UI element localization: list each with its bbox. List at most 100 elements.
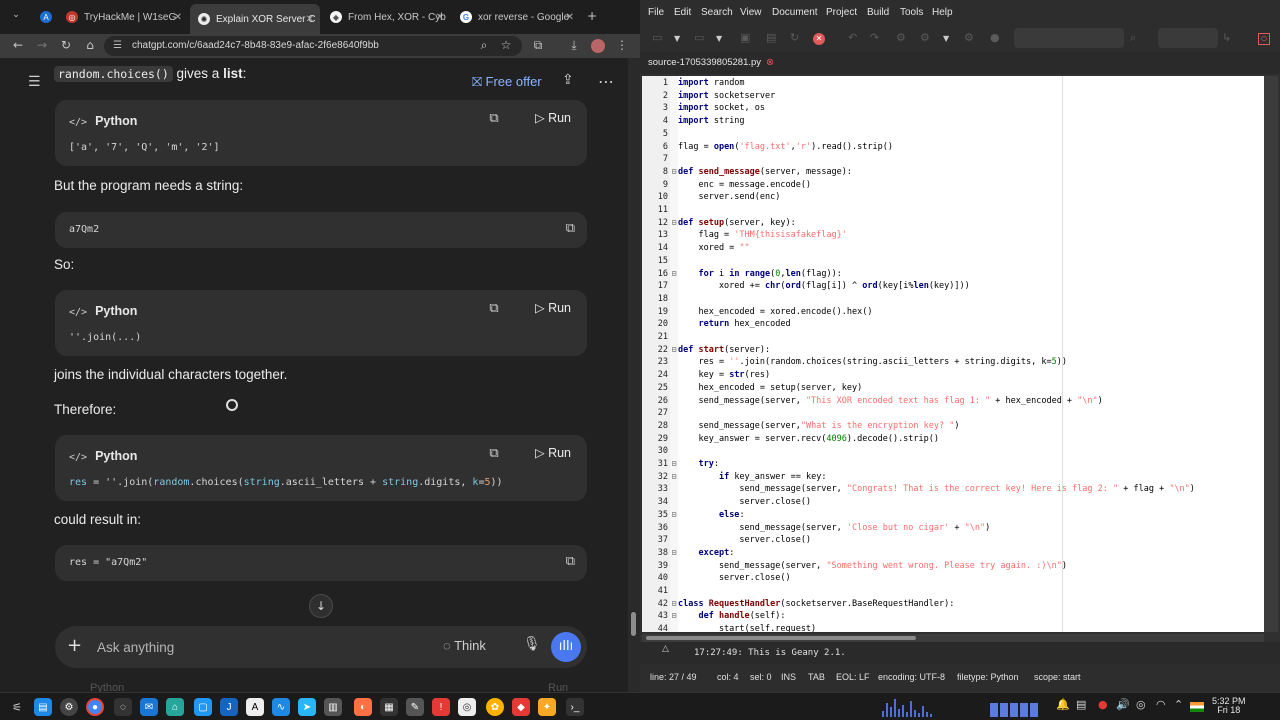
fold-toggle-icon[interactable]: ⊟ <box>670 471 678 484</box>
code-line[interactable]: flag = 'THM{thisisafakeflag}' <box>678 229 846 242</box>
close-file-icon[interactable]: ✕ <box>813 33 825 45</box>
code-line[interactable]: hex_encoded = setup(server, key) <box>678 382 862 395</box>
screenshot-icon[interactable]: ▢ <box>194 698 212 716</box>
tab-tryhackme-pinned[interactable]: A <box>32 6 56 28</box>
fold-toggle-icon[interactable]: ⊟ <box>670 268 678 281</box>
menu-project[interactable]: Project <box>826 7 857 18</box>
record-icon[interactable]: ● <box>1098 698 1108 711</box>
code-line[interactable]: import string <box>678 115 745 128</box>
fold-toggle-icon[interactable]: ⊟ <box>670 166 678 179</box>
calculator-icon[interactable]: ▦ <box>380 698 398 716</box>
code-line[interactable]: server.close() <box>678 496 811 509</box>
copy-code-icon[interactable]: ⧉ <box>485 301 503 316</box>
goto-line-field[interactable] <box>1158 28 1218 48</box>
forward-icon[interactable]: → <box>34 38 50 52</box>
code-line[interactable]: server.close() <box>678 534 811 547</box>
free-offer-button[interactable]: ⛝ Free offer <box>472 74 542 90</box>
search-field[interactable] <box>1014 28 1124 48</box>
download-icon[interactable]: ⤓ <box>566 38 582 53</box>
menu-search[interactable]: Search <box>701 7 733 18</box>
code-line[interactable]: send_message(server, 'Close but no cigar… <box>678 522 990 535</box>
build-icon[interactable]: ⚙ <box>920 31 930 44</box>
think-button[interactable]: ◌ Think <box>443 638 486 653</box>
voice-mode-button[interactable]: ıllı <box>551 632 581 662</box>
code-line[interactable]: for i in range(0,len(flag)): <box>678 268 841 281</box>
run-code-button[interactable]: ▷ Run <box>535 445 571 460</box>
code-line[interactable]: def start(server): <box>678 344 770 357</box>
fold-toggle-icon[interactable]: ⊟ <box>670 547 678 560</box>
redo-icon[interactable]: ↷ <box>870 31 879 44</box>
mail-icon[interactable]: ✉ <box>140 698 158 716</box>
open-file-icon[interactable]: ▭ <box>694 31 704 44</box>
document-tab[interactable]: source-1705339805281.py ⊗ <box>648 57 774 68</box>
terminal-icon[interactable]: ›_ <box>566 698 584 716</box>
revert-icon[interactable]: ↻ <box>790 31 799 44</box>
menu-view[interactable]: View <box>740 7 762 18</box>
file-manager-icon[interactable]: ▤ <box>34 698 52 716</box>
utility-icon[interactable]: ◎ <box>458 698 476 716</box>
code-line[interactable]: import socketserver <box>678 90 775 103</box>
code-line[interactable]: xored = "" <box>678 242 749 255</box>
keyboard-layout-flag-icon[interactable] <box>1190 702 1204 712</box>
close-tab-icon[interactable]: ✕ <box>436 12 444 23</box>
scroll-thumb[interactable] <box>631 612 636 636</box>
site-info-icon[interactable]: ☰ <box>113 36 122 56</box>
code-line[interactable]: key_answer = server.recv(4096).decode().… <box>678 433 939 446</box>
code-line[interactable]: server.close() <box>678 572 791 585</box>
run-icon[interactable]: ⚙ <box>964 31 974 44</box>
code-line[interactable]: except: <box>678 547 734 560</box>
compile-icon[interactable]: ⚙ <box>896 31 906 44</box>
code-line[interactable]: import socket, os <box>678 102 765 115</box>
recent-dropdown-icon[interactable]: ▼ <box>716 34 722 43</box>
tab-xor-reverse[interactable]: G xor reverse - Google ✕ <box>452 6 580 28</box>
notifications-icon[interactable]: 🔔 <box>1056 698 1070 711</box>
menu-file[interactable]: File <box>648 7 664 18</box>
code-editor[interactable]: 1 2 3 4 5 6 7 8 ⊟ 9 10 11 12 ⊟ 13 14 15 16 ⊟ 17 18 19 20 21 22 ⊟ 2… <box>642 76 1264 632</box>
code-line[interactable]: enc = message.encode() <box>678 179 811 192</box>
chat-scrollbar[interactable] <box>628 58 640 692</box>
undo-icon[interactable]: ↶ <box>848 31 857 44</box>
editor-horizontal-scrollbar[interactable] <box>642 634 1264 642</box>
code-line[interactable]: if key_answer == key: <box>678 471 826 484</box>
open-dropdown-icon[interactable]: ▼ <box>674 34 680 43</box>
telegram-icon[interactable]: ➤ <box>298 698 316 716</box>
close-tab-icon[interactable]: ✕ <box>306 14 314 25</box>
code-line[interactable]: hex_encoded = xored.encode().hex() <box>678 306 872 319</box>
code-line[interactable]: send_message(server, "Congrats! That is … <box>678 483 1195 496</box>
code-line[interactable]: class RequestHandler(socketserver.BaseRe… <box>678 598 954 611</box>
network-tool-icon[interactable]: ⌂ <box>166 698 184 716</box>
tray-expand-icon[interactable]: ⌃ <box>1174 698 1183 711</box>
code-line[interactable]: send_message(server,"What is the encrypt… <box>678 420 959 433</box>
color-picker-icon[interactable]: ✿ <box>486 698 504 716</box>
prompt-input[interactable] <box>97 637 397 657</box>
code-line[interactable]: flag = open('flag.txt','r').read().strip… <box>678 141 893 154</box>
goto-icon[interactable]: ↳ <box>1222 31 1231 44</box>
scroll-thumb[interactable] <box>646 636 916 640</box>
close-document-icon[interactable]: ⊗ <box>766 57 774 68</box>
media-app-icon[interactable]: ◆ <box>512 698 530 716</box>
fold-toggle-icon[interactable]: ⊟ <box>670 217 678 230</box>
run-code-button[interactable]: ▷ Run <box>535 300 571 315</box>
save-icon[interactable]: ▣ <box>740 31 750 44</box>
save-all-icon[interactable]: ▤ <box>766 31 776 44</box>
copy-code-icon[interactable]: ⧉ <box>566 554 575 569</box>
brightness-icon[interactable]: ◎ <box>1136 698 1146 711</box>
code-line[interactable]: def send_message(server, message): <box>678 166 852 179</box>
vpn-icon[interactable]: ◌ <box>114 698 132 716</box>
code-line[interactable]: send_message(server, "Something went wro… <box>678 560 1067 573</box>
settings-icon[interactable]: ⚙ <box>60 698 78 716</box>
code-line[interactable]: else: <box>678 509 745 522</box>
tab-search-icon[interactable]: ⌄ <box>8 10 24 20</box>
run-code-button[interactable]: ▷ Run <box>535 110 571 125</box>
code-line[interactable]: return hex_encoded <box>678 318 790 331</box>
fold-toggle-icon[interactable]: ⊟ <box>670 458 678 471</box>
share-icon[interactable]: ⇪ <box>562 72 574 88</box>
back-icon[interactable]: ← <box>10 38 26 52</box>
scroll-down-button[interactable]: ↓ <box>309 594 333 618</box>
text-editor-icon[interactable]: ✎ <box>406 698 424 716</box>
tab-from-hex-xor[interactable]: ◆ From Hex, XOR - Cyb ✕ <box>322 6 450 28</box>
tab-tryhackme[interactable]: ◎ TryHackMe | W1seG ✕ <box>58 6 188 28</box>
editor-vertical-scrollbar[interactable] <box>1264 76 1278 632</box>
reload-icon[interactable]: ↻ <box>58 38 74 52</box>
code-line[interactable]: res = ''.join(random.choices(string.asci… <box>678 356 1067 369</box>
